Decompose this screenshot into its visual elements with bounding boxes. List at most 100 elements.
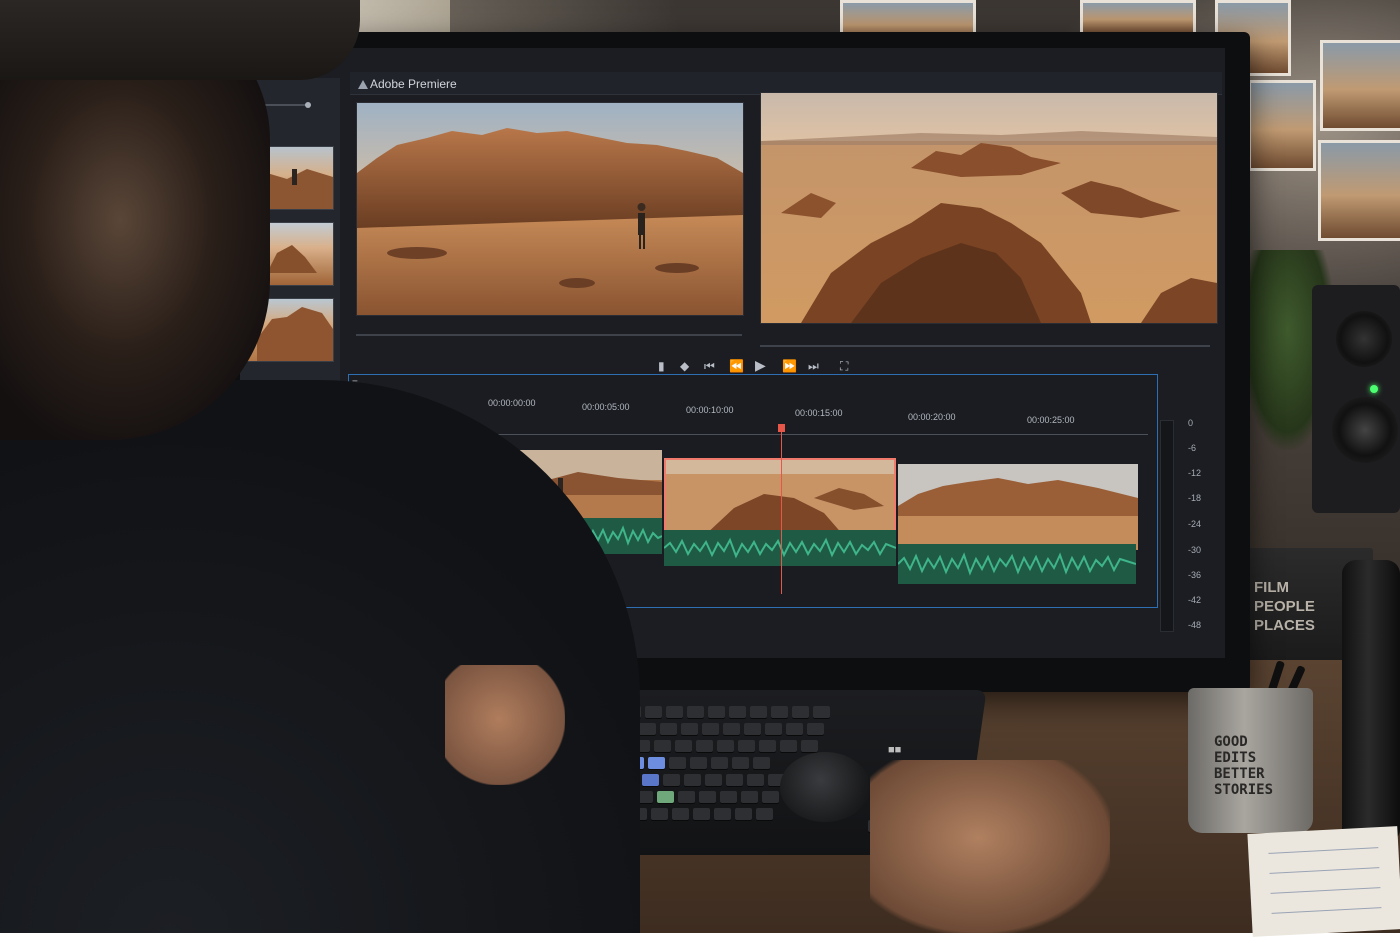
keyboard-key[interactable] [714, 808, 731, 820]
keyboard-key[interactable] [750, 706, 767, 718]
keyboard-key[interactable] [675, 740, 692, 752]
keyboard-key[interactable] [753, 757, 770, 769]
meter-tick: -42 [1188, 595, 1202, 605]
source-monitor[interactable] [356, 102, 744, 316]
program-frame [761, 93, 1217, 323]
mug-text: GOOD EDITS BETTER STORIES [1214, 734, 1274, 798]
wall-photo [1080, 0, 1196, 36]
keyboard-key[interactable] [681, 723, 698, 735]
meter-tick: -12 [1188, 468, 1202, 478]
keyboard-key[interactable] [705, 774, 722, 786]
ruler-timecode: 00:00:10:00 [686, 405, 734, 415]
premiere-logo-icon [358, 80, 368, 89]
timeline-ruler[interactable] [488, 434, 1148, 435]
keyboard-key[interactable] [765, 723, 782, 735]
keyboard-key[interactable] [639, 723, 656, 735]
ruler-timecode: 00:00:15:00 [795, 408, 843, 418]
keyboard-key[interactable] [672, 808, 689, 820]
keyboard-key[interactable] [741, 791, 758, 803]
keyboard-key[interactable] [678, 791, 695, 803]
keyboard-key[interactable] [726, 774, 743, 786]
meter-tick: 0 [1188, 418, 1194, 428]
keyboard-key[interactable] [645, 706, 662, 718]
water-bottle [1342, 560, 1400, 840]
ruler-timecode: 00:00:25:00 [1027, 415, 1075, 425]
keyboard-key[interactable] [657, 791, 674, 803]
ruler-timecode: 00:00:20:00 [908, 412, 956, 422]
keyboard-key[interactable] [801, 740, 818, 752]
wall-photo [1318, 140, 1400, 241]
wall-photo [1320, 40, 1400, 131]
play-icon[interactable]: ▶ [755, 356, 766, 374]
keyboard-key[interactable] [651, 808, 668, 820]
keyboard-key[interactable] [780, 740, 797, 752]
keyboard-key[interactable] [687, 706, 704, 718]
meter-tick: -48 [1188, 620, 1202, 630]
keyboard-key[interactable] [684, 774, 701, 786]
keyboard-key[interactable] [648, 757, 665, 769]
playhead[interactable] [781, 424, 782, 594]
person-cap [0, 0, 360, 80]
speaker-led [1370, 385, 1378, 393]
jog-wheel[interactable] [780, 752, 870, 822]
keyboard-key[interactable] [669, 757, 686, 769]
keyboard-key[interactable] [735, 808, 752, 820]
ruler-timecode: 00:00:00:00 [488, 398, 536, 408]
meter-tick: -6 [1188, 443, 1197, 453]
keyboard-key[interactable] [711, 757, 728, 769]
person-right-hand [870, 760, 1110, 933]
keyboard-key[interactable] [642, 774, 659, 786]
keyboard-key[interactable] [792, 706, 809, 718]
keyboard-key[interactable] [696, 740, 713, 752]
app-title: Adobe Premiere [370, 77, 457, 91]
keyboard-key[interactable] [786, 723, 803, 735]
video-clip-2[interactable] [664, 458, 896, 536]
notebook-line [1268, 847, 1379, 854]
meter-tick: -36 [1188, 570, 1202, 580]
audio-meter [1160, 420, 1174, 632]
keyboard-key[interactable] [663, 774, 680, 786]
program-monitor[interactable] [760, 92, 1218, 324]
mark-out-icon[interactable]: ◆ [680, 357, 689, 375]
step-forward-icon[interactable]: ⏩ [782, 357, 797, 375]
source-frame [357, 103, 743, 315]
keyboard-key[interactable] [666, 706, 683, 718]
keyboard-key[interactable] [699, 791, 716, 803]
go-to-in-icon[interactable]: ⏮ [704, 357, 715, 375]
keyboard-key[interactable] [717, 740, 734, 752]
keyboard-key[interactable] [771, 706, 788, 718]
keyboard-key[interactable] [744, 723, 761, 735]
keyboard-key[interactable] [732, 757, 749, 769]
keyboard-key[interactable] [762, 791, 779, 803]
program-scrub-bar[interactable] [760, 345, 1210, 347]
studio-speaker [1312, 285, 1400, 513]
ruler-timecode: 00:00:05:00 [582, 402, 630, 412]
step-back-icon[interactable]: ⏪ [729, 357, 744, 375]
keyboard-key[interactable] [756, 808, 773, 820]
keyboard-key[interactable] [702, 723, 719, 735]
source-scrub-bar[interactable] [356, 334, 742, 336]
go-to-out-icon[interactable]: ⏭ [808, 357, 819, 375]
mark-in-icon[interactable]: ▮ [658, 357, 665, 375]
keyboard-key[interactable] [759, 740, 776, 752]
fullscreen-icon[interactable]: ⛶ [840, 357, 848, 375]
keyboard-key[interactable] [708, 706, 725, 718]
video-clip-3[interactable] [898, 464, 1138, 550]
notebook-line [1269, 867, 1380, 874]
keyboard-key[interactable] [747, 774, 764, 786]
keyboard-key[interactable] [693, 808, 710, 820]
audio-clip-2[interactable] [664, 530, 896, 566]
person-left-hand [445, 665, 565, 785]
keyboard-key[interactable] [807, 723, 824, 735]
keyboard-key[interactable] [660, 723, 677, 735]
meter-tick: -30 [1188, 545, 1202, 555]
audio-clip-3[interactable] [898, 544, 1136, 584]
speaker-tweeter [1336, 311, 1392, 367]
keyboard-key[interactable] [723, 723, 740, 735]
keyboard-key[interactable] [738, 740, 755, 752]
keyboard-key[interactable] [690, 757, 707, 769]
keyboard-key[interactable] [729, 706, 746, 718]
keyboard-key[interactable] [654, 740, 671, 752]
keyboard-key[interactable] [813, 706, 830, 718]
keyboard-key[interactable] [720, 791, 737, 803]
